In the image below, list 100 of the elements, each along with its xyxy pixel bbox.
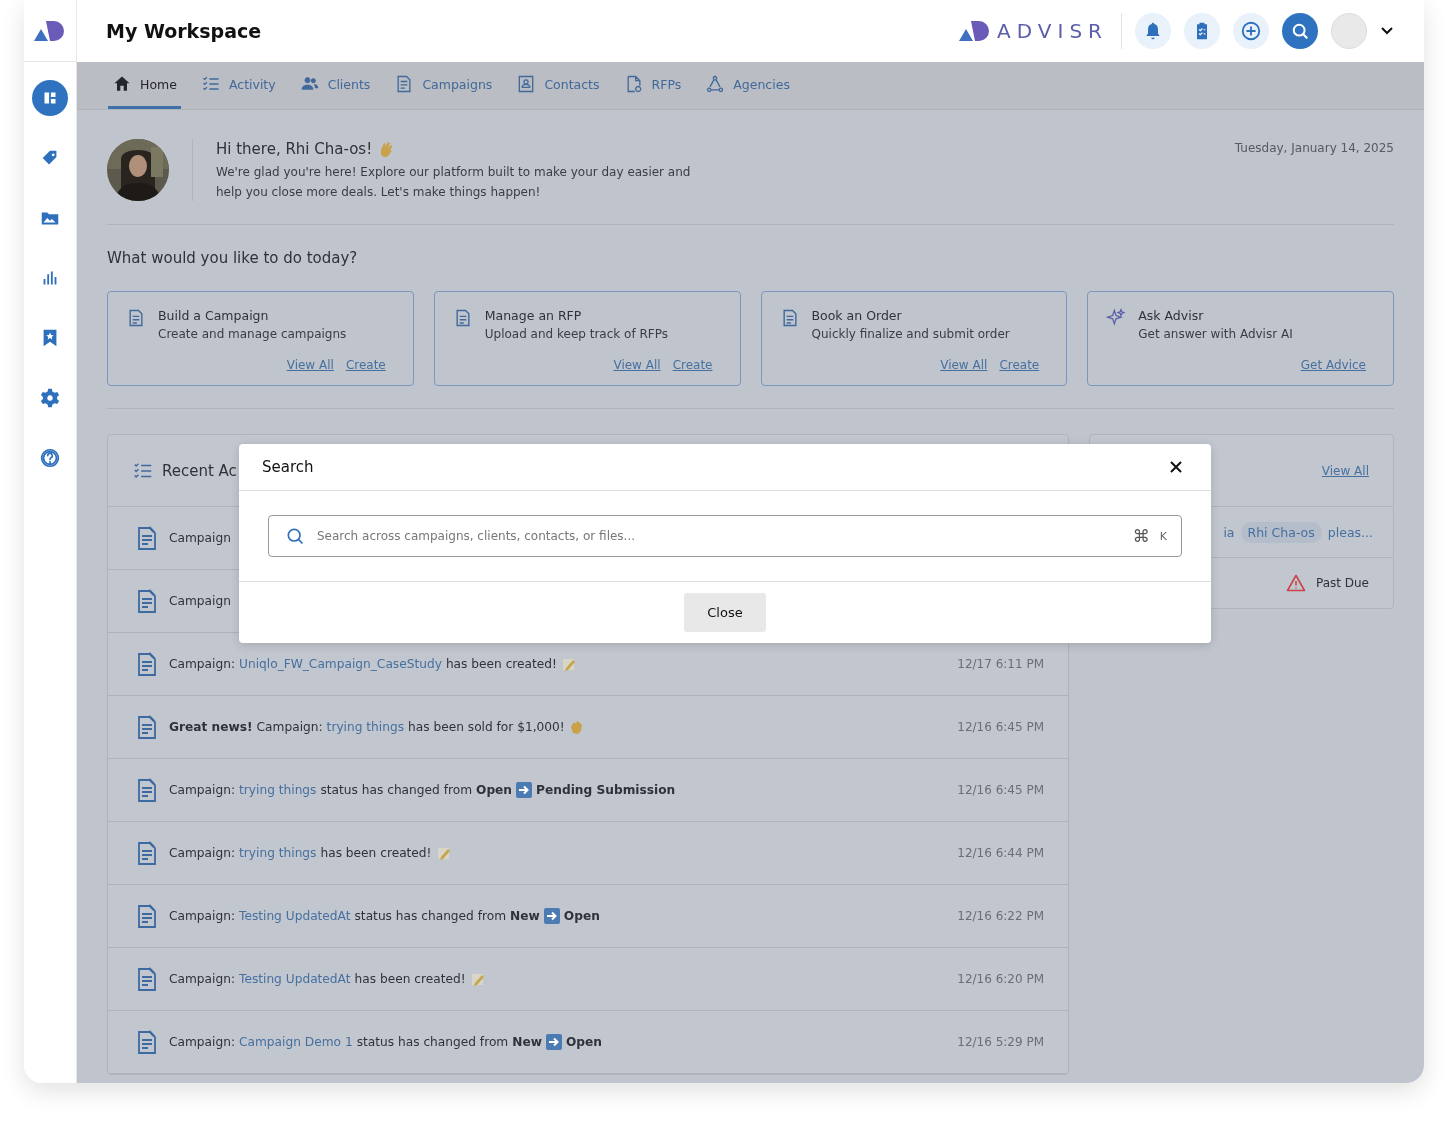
card-link[interactable]: Create <box>999 358 1040 372</box>
activity-text: Open <box>476 783 513 797</box>
dialog-title: Search <box>262 458 314 476</box>
warning-icon <box>1285 574 1306 592</box>
document-icon <box>135 840 159 866</box>
campaign-link[interactable]: Campaign Demo 1 <box>239 1035 353 1049</box>
campaign-link[interactable]: Testing UpdatedAt <box>239 972 351 986</box>
activity-text: Campaign: <box>169 1035 235 1049</box>
activity-time: 12/16 6:45 PM <box>957 783 1044 797</box>
activity-text: New <box>512 1035 542 1049</box>
mention-chip: Rhi Cha-os <box>1240 521 1322 543</box>
document-icon <box>135 588 159 614</box>
activity-text: Campaign: <box>256 720 323 734</box>
activity-text: Campaign: <box>169 657 235 671</box>
document-icon <box>135 777 159 803</box>
brand-name: ADVISR <box>997 19 1108 43</box>
nav-tab[interactable]: Activity <box>196 62 280 109</box>
activity-time: 12/16 5:29 PM <box>957 1035 1044 1049</box>
activity-text: Open <box>563 909 600 923</box>
nav-tab[interactable]: Home <box>108 62 181 109</box>
greeting: Hi there, Rhi Cha-os! <box>216 140 373 158</box>
campaign-link[interactable]: trying things <box>326 720 405 734</box>
campaign-link[interactable]: Testing UpdatedAt <box>239 909 351 923</box>
search-input[interactable]: Search across campaigns, clients, contacts, or files... <box>315 528 1123 544</box>
activity-text: has been sold for $1,000! <box>408 720 565 734</box>
activity-text: has been created! <box>445 657 557 671</box>
memo-icon <box>560 656 577 672</box>
activity-text: Campaign <box>169 594 231 608</box>
close-button[interactable]: Close <box>684 593 766 632</box>
campaign-link[interactable]: Uniqlo_FW_Campaign_CaseStudy <box>239 657 442 671</box>
panel-title: Recent Ac <box>162 461 237 480</box>
activity-text: has been created! <box>320 846 432 860</box>
nav-tab[interactable]: Agencies <box>701 62 794 109</box>
activity-text: status has changed from <box>356 1035 509 1049</box>
nav-tab[interactable]: Contacts <box>512 62 604 109</box>
home-icon <box>112 74 132 94</box>
chevron-down-icon[interactable] <box>1380 26 1394 36</box>
shortcut-key: K <box>1159 529 1167 543</box>
memo-icon <box>435 845 452 861</box>
card-link[interactable]: Create <box>345 358 386 372</box>
activity-time: 12/16 6:45 PM <box>957 720 1044 734</box>
document-icon <box>126 308 146 328</box>
card-description: Upload and keep track of RFPs <box>484 327 668 341</box>
document-icon <box>135 714 159 740</box>
activity-time: 12/16 6:44 PM <box>957 846 1044 860</box>
search-icon <box>1290 21 1310 41</box>
card-link[interactable]: View All <box>286 358 334 372</box>
card-link[interactable]: View All <box>940 358 988 372</box>
activity-text: Campaign: <box>169 909 235 923</box>
document-icon <box>135 525 159 551</box>
mention-text: pleas... <box>1327 524 1373 540</box>
page-title: My Workspace <box>106 20 262 42</box>
card-description: Create and manage campaigns <box>158 327 347 341</box>
section-heading: What would you like to do today? <box>107 249 359 267</box>
card-link[interactable]: Get Advice <box>1300 358 1366 372</box>
nav-tab[interactable]: Clients <box>295 62 375 109</box>
search-button[interactable] <box>1282 13 1318 49</box>
sidebar-button[interactable] <box>32 80 68 116</box>
shortcut-symbol: ⌘ <box>1132 526 1150 546</box>
campaign-link[interactable]: trying things <box>239 783 317 797</box>
view-all-link[interactable]: View All <box>1321 463 1369 478</box>
nav-tab[interactable]: Campaigns <box>390 62 497 109</box>
activity-text: Great news! <box>169 720 253 734</box>
status-label: Past Due <box>1315 576 1369 590</box>
document-icon <box>135 903 159 929</box>
notification-button[interactable] <box>1135 13 1171 49</box>
activity-time: 12/16 6:22 PM <box>957 909 1044 923</box>
card-description: Get answer with Advisr AI <box>1138 327 1293 341</box>
add-button[interactable] <box>1233 13 1269 49</box>
activity-text: Open <box>565 1035 602 1049</box>
tasks-button[interactable] <box>1184 13 1220 49</box>
card-description: Quickly finalize and submit order <box>811 327 1010 341</box>
activity-text: Campaign: <box>169 846 235 860</box>
card-title: Ask Advisr <box>1138 308 1205 323</box>
campaign-link[interactable]: trying things <box>239 846 317 860</box>
card-title: Book an Order <box>811 308 903 323</box>
help-icon <box>39 447 61 469</box>
activity-text: Pending Submission <box>536 783 676 797</box>
right-arrow-icon <box>545 1034 562 1050</box>
welcome-message: We're glad you're here! Explore our platform built to make your day easier and help you close more deals. Let's make things happen! <box>216 164 692 201</box>
activity-text: has been created! <box>354 972 466 986</box>
nav-tab[interactable]: RFPs <box>619 62 686 109</box>
activity-time: 12/16 6:20 PM <box>957 972 1044 986</box>
activity-text: Campaign: <box>169 972 235 986</box>
plus-icon <box>1240 20 1262 42</box>
document-icon <box>135 651 159 677</box>
close-icon <box>1169 460 1183 474</box>
sparkle-icon <box>1106 308 1127 328</box>
activity-text: status has changed from <box>354 909 507 923</box>
search-icon <box>285 526 305 546</box>
search-field[interactable]: Search across campaigns, clients, contacts, or files... ⌘ K <box>268 515 1182 557</box>
card-link[interactable]: View All <box>613 358 661 372</box>
network-icon <box>705 74 726 94</box>
card-title: Manage an RFP <box>484 308 583 323</box>
document-icon <box>135 966 159 992</box>
settings-icon <box>39 387 61 409</box>
current-date: Tuesday, January 14, 2025 <box>1234 141 1394 155</box>
activity-text: Campaign: <box>169 783 235 797</box>
card-link[interactable]: Create <box>672 358 713 372</box>
right-arrow-icon <box>543 908 560 924</box>
